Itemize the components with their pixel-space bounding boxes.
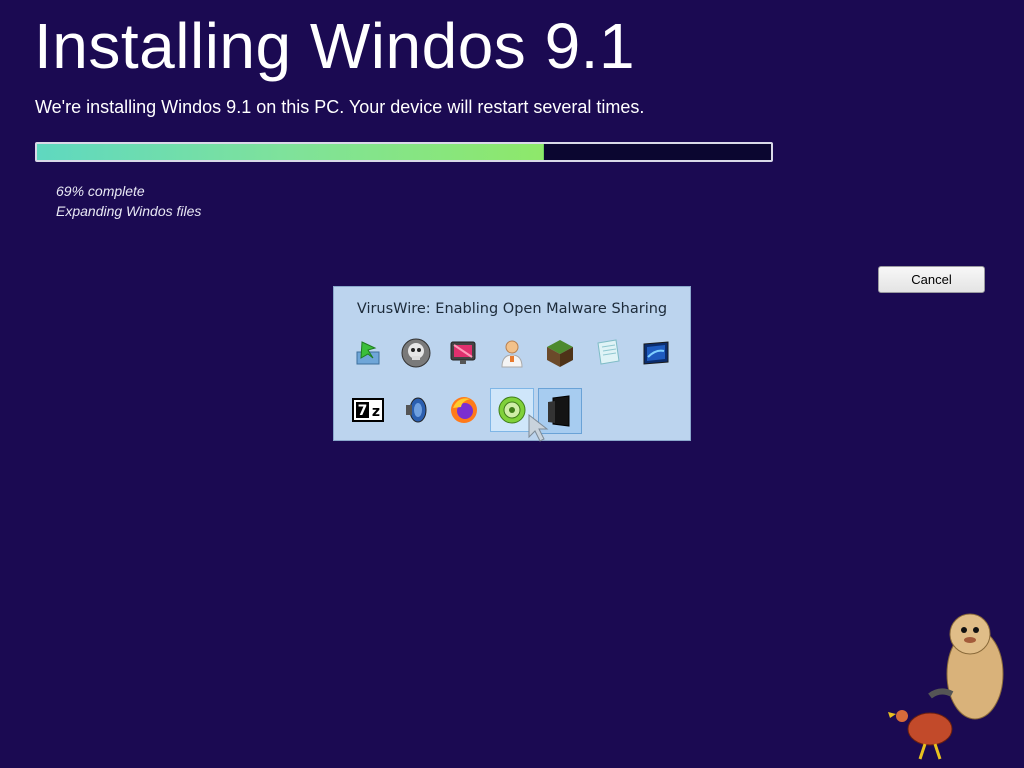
firefox-icon[interactable] [442, 388, 486, 432]
bonzi-hamster-mascot-icon [888, 613, 1004, 760]
cancel-button[interactable]: Cancel [878, 266, 985, 293]
page-title: Installing Windos 9.1 [34, 10, 636, 82]
monitor-display-icon[interactable] [442, 331, 486, 375]
install-subtitle: We're installing Windos 9.1 on this PC. … [35, 97, 645, 117]
minecraft-block-icon[interactable] [538, 331, 582, 375]
progress-bar [35, 142, 773, 162]
status-text: Expanding Windos files [56, 203, 202, 219]
svg-text:z: z [372, 404, 380, 420]
svg-text:7: 7 [358, 403, 368, 419]
desktop-wallpaper-icon[interactable] [634, 331, 678, 375]
task-switcher-panel: VirusWire: Enabling Open Malware Sharing [333, 286, 691, 441]
switcher-title: VirusWire: Enabling Open Malware Sharing [356, 301, 668, 317]
progress-percent-text: 69% complete [56, 183, 145, 199]
green-arrow-download-icon[interactable] [346, 331, 390, 375]
progress-fill [37, 144, 545, 160]
seven-zip-icon[interactable]: 7 z [346, 388, 390, 432]
notepad-icon[interactable] [586, 331, 630, 375]
mouse-cursor-icon [528, 413, 549, 442]
skull-gear-icon[interactable] [394, 331, 438, 375]
speaker-icon[interactable] [394, 388, 438, 432]
doctor-user-icon[interactable] [490, 331, 534, 375]
